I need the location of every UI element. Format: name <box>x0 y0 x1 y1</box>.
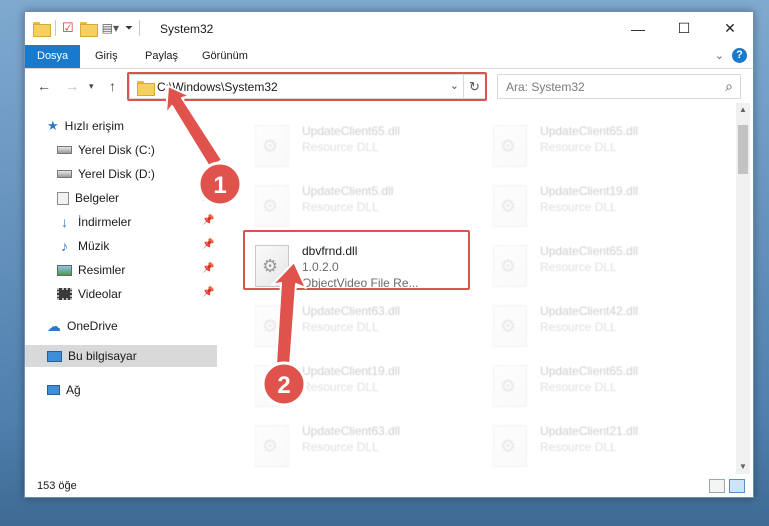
step-2-number: 2 <box>277 372 290 399</box>
step-2-annotation: 2 <box>261 261 307 407</box>
annotation-overlay: 1 2 <box>165 85 307 407</box>
step-1-number: 1 <box>213 172 226 199</box>
step-1-annotation: 1 <box>165 85 243 207</box>
step-2-arrow <box>271 261 307 367</box>
step-1-arrow <box>165 85 223 169</box>
